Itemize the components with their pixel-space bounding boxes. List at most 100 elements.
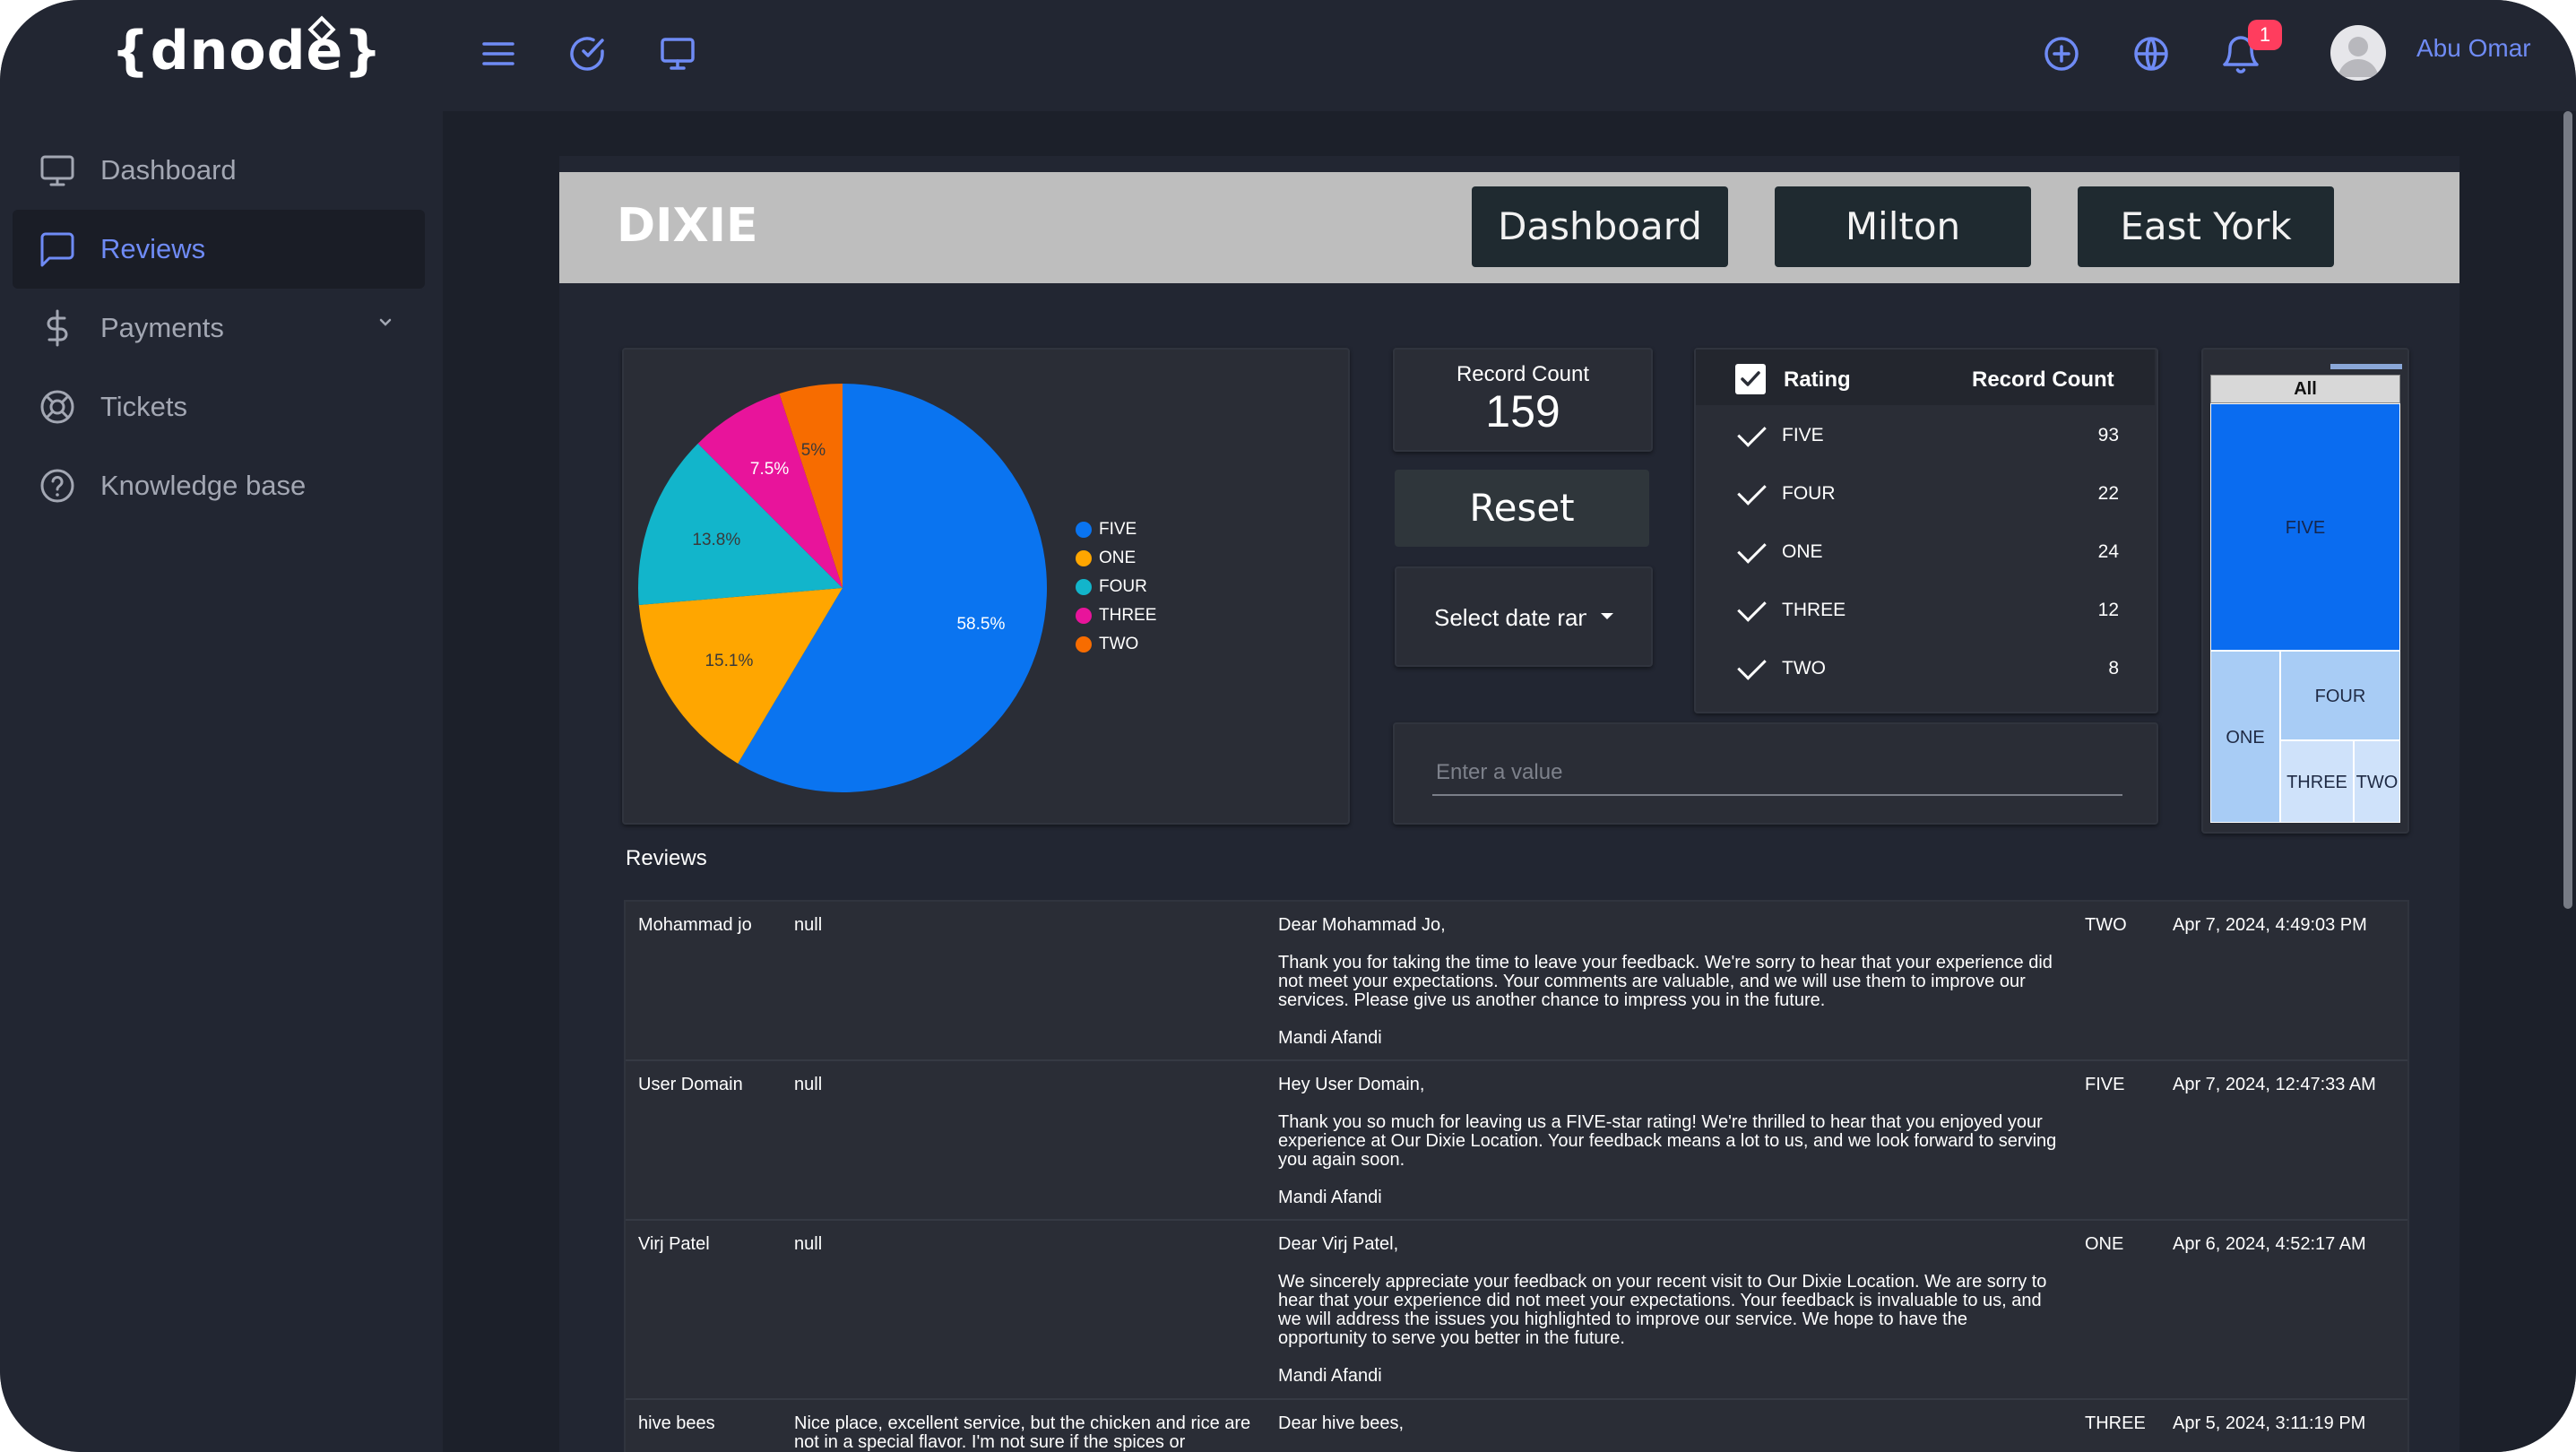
treemap-header[interactable]: All [2210,375,2400,403]
sidebar-item-tickets[interactable]: Tickets [13,367,425,446]
sidebar: Dashboard Reviews Payments Tickets Knowl… [0,111,445,1452]
reviewer-name: Mohammad jo [638,915,752,935]
sidebar-item-label: Dashboard [100,154,237,186]
top-bar: {dnode} 1 Abu Omar [0,0,2576,111]
rating-count: 8 [2108,658,2119,678]
rating-label: FIVE [1782,425,1824,445]
menu-icon[interactable] [477,32,520,75]
reply-body: Thank you so much for leaving us a FIVE-… [1278,1112,2057,1170]
treemap-cell-three[interactable]: THREE [2280,740,2354,823]
select-all-checkbox[interactable] [1735,364,1766,394]
notification-badge: 1 [2248,20,2282,50]
dollar-icon [47,309,68,347]
treemap-cell-four[interactable]: FOUR [2280,651,2400,740]
chevron-down-icon [379,318,392,326]
legend-item-four[interactable]: FOUR [1076,577,1147,597]
legend-item-two[interactable]: TWO [1076,635,1138,654]
record-count-column-header[interactable]: Record Count [1972,367,2114,393]
legend-label: FIVE [1099,520,1137,539]
date-range-select[interactable]: Select date range [1395,566,1653,667]
review-reply: Dear hive bees, [1278,1414,2058,1452]
avatar-person-icon [2338,37,2379,77]
treemap-cell-two[interactable]: TWO [2354,740,2400,823]
help-circle-icon [40,469,74,503]
rating-column-header[interactable]: Rating [1784,367,1851,393]
review-reply: Hey User Domain, Thank you so much for l… [1278,1076,2058,1226]
logo: {dnode} [111,20,383,82]
review-reply: Dear Virj Patel, We sincerely appreciate… [1278,1235,2058,1404]
review-rating: TWO [2085,915,2127,935]
record-count-title: Record Count [1456,362,1590,386]
reset-button[interactable]: Reset [1395,470,1649,547]
sidebar-item-label: Payments [100,312,224,343]
monitor-icon [40,155,74,186]
reviewer-name: hive bees [638,1413,715,1433]
brand-title: DIXIE [617,199,758,253]
lifebuoy-icon [40,390,74,424]
scrollbar-thumb[interactable] [2563,111,2572,909]
sidebar-item-label: Reviews [100,233,206,264]
sidebar-item-label: Tickets [100,391,188,422]
pie-slice-label-four: 13.8% [692,530,741,549]
legend-swatch [1076,549,1092,566]
value-input[interactable]: Enter a value [1436,760,1562,785]
legend-item-five[interactable]: FIVE [1076,520,1137,540]
treemap-cell-one[interactable]: ONE [2210,651,2280,823]
legend-item-three[interactable]: THREE [1076,606,1156,626]
legend-label: TWO [1099,635,1139,653]
sidebar-item-label: Knowledge base [100,470,307,501]
milton-button[interactable]: Milton [1775,186,2031,267]
rating-count: 24 [2097,541,2119,562]
sidebar-item-knowledge-base[interactable]: Knowledge base [13,446,425,525]
chat-icon [40,232,74,267]
treemap-scroll-indicator [2330,364,2402,369]
check-circle-icon[interactable] [566,32,609,75]
legend-swatch [1076,607,1092,624]
rating-label: TWO [1782,658,1826,678]
avatar[interactable] [2330,25,2386,81]
pie-slice-label-five: 58.5% [956,615,1006,635]
sidebar-item-dashboard[interactable]: Dashboard [13,131,425,210]
add-circle-icon[interactable] [2040,32,2083,75]
reviews-table: Mohammad jo null Dear Mohammad Jo, Thank… [624,900,2409,1452]
legend-label: ONE [1099,549,1137,567]
review-date: Apr 6, 2024, 4:52:17 AM [2173,1234,2366,1254]
caret-down-icon [1601,613,1613,619]
rating-count: 22 [2097,483,2119,504]
review-rating: THREE [2085,1413,2146,1433]
date-range-label: Select date range [1434,604,1586,631]
reply-body: Thank you for taking the time to leave y… [1278,953,2053,1010]
reviewer-name: Virj Patel [638,1234,710,1254]
east-york-button[interactable]: East York [2078,186,2334,267]
checkmark-icon [1741,371,1760,386]
legend-label: FOUR [1099,577,1147,596]
reply-body: We sincerely appreciate your feedback on… [1278,1272,2047,1348]
legend-item-one[interactable]: ONE [1076,549,1136,568]
app-window: {dnode} 1 Abu Omar Dashboard Reviews Pay… [0,0,2576,1452]
rating-label: ONE [1782,541,1823,562]
reply-greeting: Dear Virj Patel, [1278,1234,1399,1254]
treemap-cell-five[interactable]: FIVE [2210,403,2400,651]
table-row[interactable]: Mohammad jo null Dear Mohammad Jo, Thank… [626,902,2407,1061]
review-comment: Nice place, excellent service, but the c… [794,1413,1251,1452]
legend-swatch [1076,578,1092,595]
dashboard-button[interactable]: Dashboard [1472,186,1728,267]
legend-swatch [1076,635,1092,653]
reply-greeting: Dear Mohammad Jo, [1278,915,1446,935]
table-row[interactable]: hive bees Nice place, excellent service,… [626,1400,2407,1452]
sidebar-item-payments[interactable]: Payments [13,289,425,367]
review-comment: null [794,1075,823,1094]
user-name[interactable]: Abu Omar [2416,34,2531,63]
reviews-title: Reviews [626,846,707,870]
rating-count: 93 [2097,425,2119,445]
globe-icon[interactable] [2130,32,2173,75]
monitor-icon[interactable] [656,32,699,75]
review-rating: FIVE [2085,1075,2125,1094]
rating-count: 12 [2097,600,2119,620]
table-row[interactable]: User Domain null Hey User Domain, Thank … [626,1061,2407,1221]
pie-slice-label-two: 5% [800,440,826,460]
reviewer-name: User Domain [638,1075,743,1094]
sidebar-item-reviews[interactable]: Reviews [13,210,425,289]
table-row[interactable]: Virj Patel null Dear Virj Patel, We sinc… [626,1221,2407,1400]
pie-chart [638,384,1047,792]
